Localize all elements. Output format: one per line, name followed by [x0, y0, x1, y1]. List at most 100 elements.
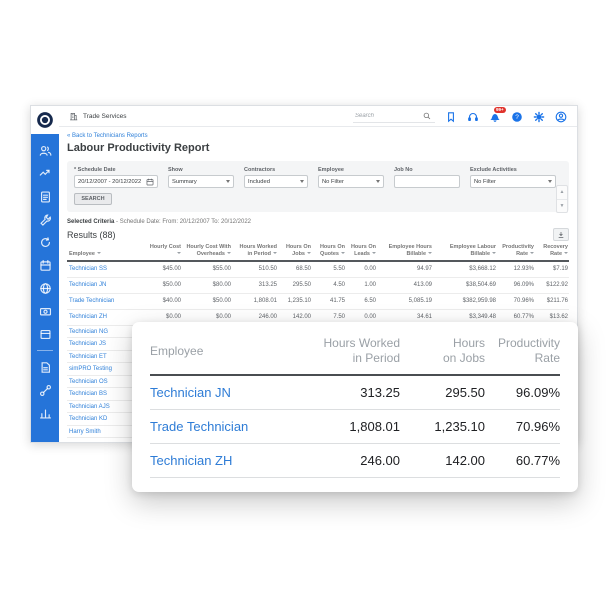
- overlay-employee-link[interactable]: Technician JN: [150, 385, 295, 400]
- notifications-button[interactable]: 99+: [488, 106, 506, 123]
- employee-link[interactable]: Technician JN: [67, 282, 143, 288]
- filter-show: Show Summary: [168, 167, 234, 188]
- sidebar-item-reports[interactable]: [38, 360, 52, 374]
- sidebar-item-jobs[interactable]: [38, 212, 52, 226]
- scroll-up-button[interactable]: ▲: [557, 186, 567, 199]
- account-icon: [555, 110, 567, 123]
- scroll-down-button[interactable]: ▼: [557, 198, 567, 213]
- search-button[interactable]: SEARCH: [74, 193, 112, 205]
- column-header[interactable]: Employee Labour Billable: [434, 244, 498, 258]
- table-cell: $50.00: [212, 298, 231, 305]
- selected-criteria: Selected Criteria - Schedule Date: From:…: [67, 219, 569, 225]
- overlay-column-header: Hours Worked in Period: [323, 336, 400, 365]
- calendar-icon[interactable]: [146, 178, 154, 186]
- column-header[interactable]: Employee Hours Billable: [378, 244, 434, 258]
- table-cell: 70.96%: [513, 298, 534, 305]
- table-cell: 7.50: [333, 314, 345, 321]
- table-cell: 0.00: [364, 266, 376, 273]
- people-icon: [39, 144, 52, 157]
- column-header[interactable]: Hours On Leads: [347, 244, 378, 258]
- settings-button[interactable]: [532, 110, 545, 123]
- search-field: [353, 109, 435, 123]
- search-icon[interactable]: [423, 112, 431, 120]
- table-cell: 0.00: [364, 314, 376, 321]
- contractors-select[interactable]: Included: [244, 175, 308, 188]
- overlay-table-cell: 142.00: [445, 453, 485, 468]
- sidebar-item-analytics[interactable]: [38, 406, 52, 420]
- employee-link[interactable]: Trade Technician: [67, 298, 143, 304]
- projects-icon: [39, 282, 52, 295]
- table-cell: 413.09: [413, 282, 432, 289]
- sidebar-item-schedule[interactable]: [38, 258, 52, 272]
- schedule-date-input[interactable]: 20/12/2007 - 20/12/2022: [74, 175, 158, 188]
- account-button[interactable]: [554, 110, 567, 123]
- employee-link[interactable]: Technician ZH: [67, 314, 143, 320]
- sidebar-item-connect[interactable]: [38, 383, 52, 397]
- search-input[interactable]: [353, 111, 419, 120]
- filter-employee: Employee No Filter: [318, 167, 384, 188]
- page: Trade Services 99+? « Back to Technician…: [0, 0, 608, 600]
- overlay-table-cell: 246.00: [360, 453, 400, 468]
- sidebar-item-leads[interactable]: [38, 166, 52, 180]
- overlay-table-cell: 70.96%: [515, 419, 560, 434]
- back-link[interactable]: « Back to Technicians Reports: [67, 133, 148, 139]
- zoom-overlay-card: Employee Hours Worked in Period Hours on…: [132, 322, 578, 492]
- export-button[interactable]: [553, 228, 569, 241]
- criteria-label: Selected Criteria: [67, 219, 115, 225]
- exclude-activities-select[interactable]: No Filter: [470, 175, 556, 188]
- column-header[interactable]: Hourly Cost With Overheads: [183, 244, 233, 258]
- column-header[interactable]: Recovery Rate: [536, 244, 570, 258]
- overlay-table-row: Trade Technician 1,808.01 1,235.10 70.96%: [150, 410, 560, 444]
- headset-button[interactable]: [466, 110, 479, 123]
- table-cell: $211.76: [546, 298, 568, 305]
- overlay-employee-link[interactable]: Technician ZH: [150, 453, 295, 468]
- sidebar-item-recurring[interactable]: [38, 235, 52, 249]
- table-cell: 41.75: [329, 298, 345, 305]
- sidebar-item-people[interactable]: [38, 143, 52, 157]
- settings-icon: [533, 110, 545, 123]
- job-no-input[interactable]: [394, 175, 460, 188]
- bookmark-button[interactable]: [444, 110, 457, 123]
- table-cell: $382,959.98: [462, 298, 496, 305]
- page-title: Labour Productivity Report: [67, 142, 210, 154]
- company-selector[interactable]: Trade Services: [69, 112, 126, 121]
- table-cell: 5,085.19: [408, 298, 432, 305]
- results-table-header: Employee Hourly Cost Hourly Cost With Over…: [67, 244, 569, 262]
- sidebar-item-catalog[interactable]: [38, 327, 52, 341]
- table-cell: $45.00: [162, 266, 181, 273]
- employee-link[interactable]: Technician SS: [67, 266, 143, 272]
- overlay-table-row: Technician ZH 246.00 142.00 60.77%: [150, 444, 560, 478]
- table-cell: $80.00: [212, 282, 231, 289]
- column-header[interactable]: Productivity Rate: [498, 244, 536, 258]
- connect-icon: [39, 384, 52, 397]
- table-cell: $50.00: [162, 282, 181, 289]
- column-header[interactable]: Hours Worked in Period: [233, 244, 279, 258]
- table-cell: 295.50: [292, 282, 311, 289]
- jobs-icon: [39, 213, 52, 226]
- topbar-actions: 99+?: [353, 106, 567, 123]
- simpro-logo-icon: [37, 112, 53, 128]
- overlay-employee-link[interactable]: Trade Technician: [150, 419, 295, 434]
- help-button[interactable]: ?: [510, 110, 523, 123]
- employee-select[interactable]: No Filter: [318, 175, 384, 188]
- chevron-down-icon: [376, 180, 380, 183]
- sort-caret: [227, 251, 231, 254]
- sidebar-item-invoices[interactable]: [38, 304, 52, 318]
- sort-caret: [492, 251, 496, 254]
- table-row: Technician SS $45.00 $55.00 510.50 68.50 5.50…: [67, 262, 569, 278]
- overlay-table-body: Technician JN 313.25 295.50 96.09% Trade Tec…: [150, 376, 560, 478]
- quotes-icon: [39, 190, 52, 203]
- sidebar-item-projects[interactable]: [38, 281, 52, 295]
- overlay-table-header: Employee Hours Worked in Period Hours on…: [150, 336, 560, 376]
- overlay-table-cell: 1,808.01: [349, 419, 400, 434]
- column-header[interactable]: Hours On Quotes: [313, 244, 347, 258]
- column-header[interactable]: Hourly Cost: [143, 244, 183, 258]
- show-select[interactable]: Summary: [168, 175, 234, 188]
- column-header[interactable]: Employee: [67, 251, 143, 258]
- table-cell: 96.09%: [513, 282, 534, 289]
- sort-caret: [177, 251, 181, 254]
- sidebar-item-quotes[interactable]: [38, 189, 52, 203]
- app-logo[interactable]: [31, 106, 59, 134]
- column-header[interactable]: Hours On Jobs: [279, 244, 313, 258]
- sort-caret: [372, 251, 376, 254]
